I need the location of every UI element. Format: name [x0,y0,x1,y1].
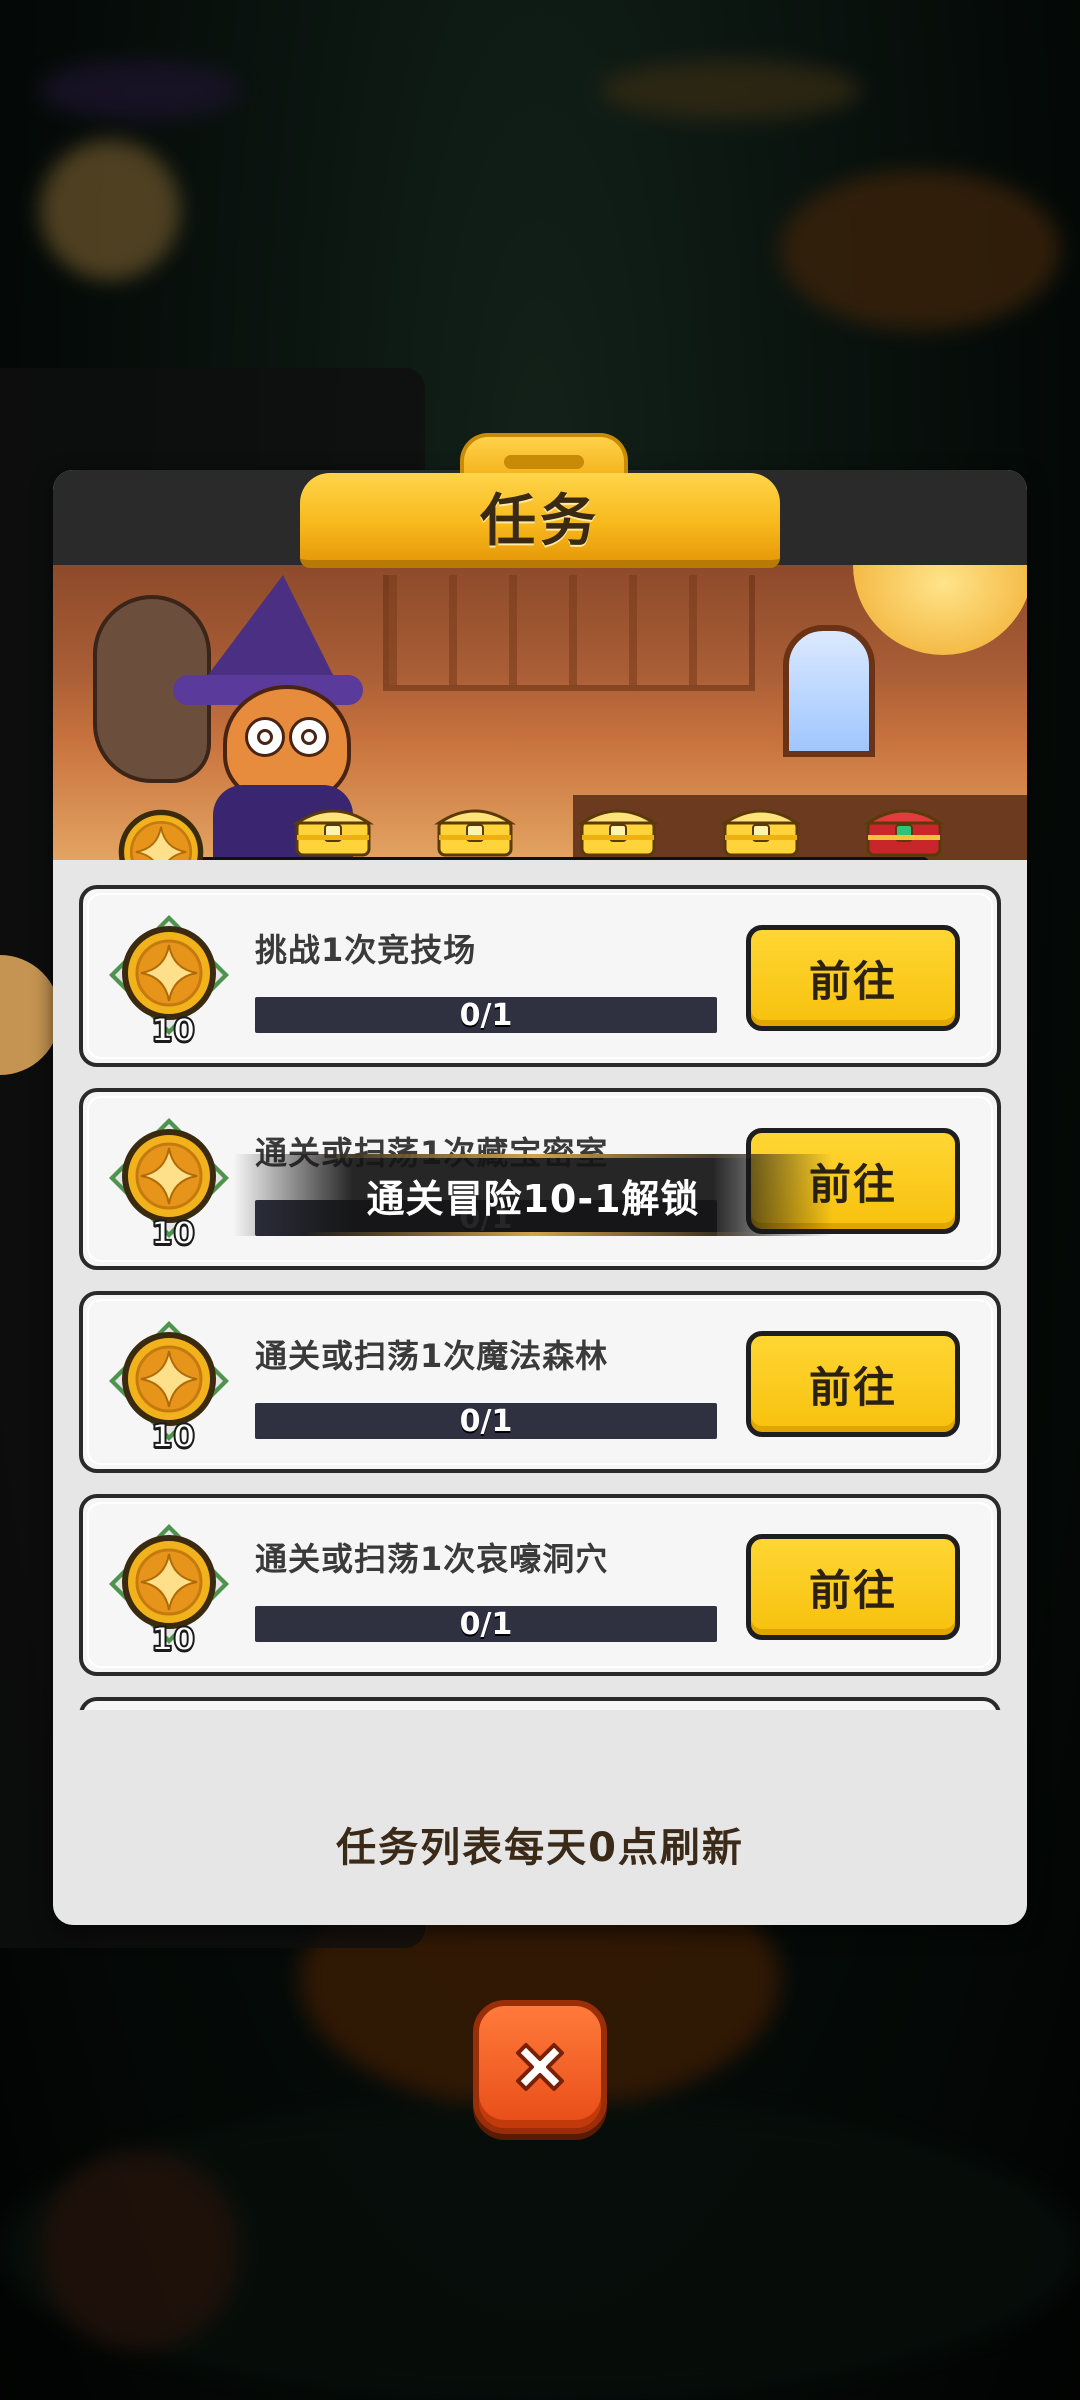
task-list[interactable]: 10 挑战1次竞技场 0/1 前往 10通关或扫荡1次藏宝密室0/1前往通关冒险10-1… [79,885,1001,1710]
task-card: 10 通关或扫荡1次魔法森林 0/1 前往 [79,1291,1001,1473]
close-x-icon [516,2043,564,2091]
task-progress-bar: 0/1 [255,1403,717,1439]
task-progress-text: 0/1 [459,1606,513,1642]
task-title: 通关或扫荡1次魔法森林 [255,1337,609,1375]
task-progress-bar: 0/1 [255,997,717,1033]
refresh-note: 任务列表每天0点刷新 [336,1825,744,1871]
reward-amount: 10 [150,1010,197,1050]
task-title: 通关或扫荡1次哀嚎洞穴 [255,1540,609,1578]
go-button[interactable]: 前往 [746,1534,960,1640]
milestone-60[interactable]: 60 [573,797,663,860]
task-card: 10 通关或扫荡1次哀嚎洞穴 0/1 前往 [79,1494,1001,1676]
gold-chest-icon [720,809,802,857]
go-button-label: 前往 [808,1565,897,1615]
task-panel: 90 20406080100 10挑战1次竞技场0/1前往10通关或扫荡1次藏宝… [53,470,1027,1925]
reward-amount: 10 [150,1619,197,1659]
lock-overlay: 通关冒险10-1解锁 [233,1154,833,1236]
task-progress-text: 0/1 [459,997,513,1033]
title-plate: 任务 [300,433,780,568]
milestone-40[interactable]: 40 [430,797,520,860]
fox-eye-right [289,717,329,757]
close-button[interactable] [473,2000,607,2134]
go-button[interactable]: 前往 [746,1331,960,1437]
banner-window [783,625,875,757]
coin-star-icon [118,809,204,860]
gold-chest-icon [577,809,659,857]
task-progress-text: 0/1 [459,1403,513,1439]
reward-amount: 10 [150,1213,197,1253]
banner-shelf [383,575,755,691]
red-chest-icon [863,809,945,857]
milestone-20[interactable]: 20 [288,797,378,860]
unlock-requirement: 通关冒险10-1解锁 [366,1176,700,1221]
task-title: 挑战1次竞技场 [255,931,477,969]
gold-chest-icon [292,809,374,857]
title-body: 任务 [300,473,780,568]
go-button[interactable]: 前往 [746,925,960,1031]
fox-eye-left [245,717,285,757]
banner-lamp [853,565,1027,655]
milestone-80[interactable]: 80 [716,797,806,860]
reward-amount: 10 [150,1416,197,1456]
panel-title: 任务 [480,489,600,554]
go-button-label: 前往 [808,1362,897,1412]
milestone-100[interactable]: 100 [859,797,949,860]
banner-scene: 90 20406080100 [53,565,1027,860]
task-progress-bar: 0/1 [255,1606,717,1642]
gold-chest-icon [434,809,516,857]
task-card: 10通关或扫荡1次藏宝密室0/1前往通关冒险10-1解锁 [79,1088,1001,1270]
task-card: 10 挑战1次竞技场 0/1 前往 [79,885,1001,1067]
go-button-label: 前往 [808,956,897,1006]
task-card-peek [79,1697,1001,1710]
